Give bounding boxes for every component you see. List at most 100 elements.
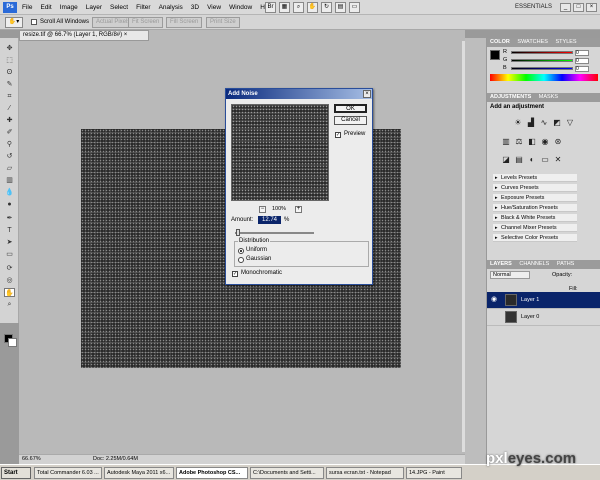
minibridge-icon[interactable]: ▦ xyxy=(279,2,290,13)
task-notepad[interactable]: sursa ecran.txt - Notepad xyxy=(326,467,404,479)
channel-b-value[interactable]: 0 xyxy=(575,66,589,72)
layer-row-layer1[interactable]: ◉ Layer 1 xyxy=(487,292,600,309)
menu-view[interactable]: View xyxy=(207,0,221,15)
tab-adjustments[interactable]: ADJUSTMENTS xyxy=(490,94,531,100)
healing-brush-tool-icon[interactable]: ✚ xyxy=(4,116,15,125)
channel-r-value[interactable]: 0 xyxy=(575,50,589,56)
3d-rotate-tool-icon[interactable]: ⟳ xyxy=(4,264,15,273)
filter-preview[interactable] xyxy=(231,104,329,201)
menu-window[interactable]: Window xyxy=(229,0,252,15)
invert-icon[interactable]: ◪ xyxy=(501,155,511,165)
color-spectrum-ramp[interactable] xyxy=(490,74,598,81)
rotate-icon[interactable]: ↻ xyxy=(321,2,332,13)
preview-checkbox[interactable]: ✓ xyxy=(335,132,341,138)
move-tool-icon[interactable]: ✥ xyxy=(4,44,15,53)
hand-tool-icon[interactable]: ✋ xyxy=(4,288,15,297)
crop-tool-icon[interactable]: ⌗ xyxy=(4,92,15,101)
preset-exposure[interactable]: Exposure Presets xyxy=(493,194,577,202)
shape-tool-icon[interactable]: ▭ xyxy=(4,250,15,259)
hand-icon[interactable]: ✋ xyxy=(307,2,318,13)
task-maya[interactable]: Autodesk Maya 2011 x6... xyxy=(104,467,174,479)
maximize-button[interactable]: □ xyxy=(573,3,584,12)
start-button[interactable]: Start xyxy=(1,467,31,479)
amount-slider-track[interactable] xyxy=(235,232,314,234)
layer0-name[interactable]: Layer 0 xyxy=(521,309,539,326)
history-brush-tool-icon[interactable]: ↺ xyxy=(4,152,15,161)
tab-swatches[interactable]: SWATCHES xyxy=(517,39,548,45)
minimize-button[interactable]: _ xyxy=(560,3,571,12)
pen-tool-icon[interactable]: ✒ xyxy=(4,214,15,223)
workspace-switcher[interactable]: ESSENTIALS xyxy=(515,2,552,13)
task-explorer[interactable]: C:\Documents and Setti... xyxy=(250,467,324,479)
tab-masks[interactable]: MASKS xyxy=(539,94,558,100)
screen-mode-icon[interactable]: ▭ xyxy=(349,2,360,13)
menu-edit[interactable]: Edit xyxy=(40,0,51,15)
tab-channels[interactable]: CHANNELS xyxy=(519,261,549,267)
photo-filter-icon[interactable]: ◉ xyxy=(540,137,550,147)
gradient-map-icon[interactable]: ▭ xyxy=(540,155,550,165)
tab-color[interactable]: COLOR xyxy=(490,39,510,45)
marquee-tool-icon[interactable]: ⬚ xyxy=(4,56,15,65)
curves-icon[interactable]: ∿ xyxy=(539,118,549,128)
channel-b-slider[interactable] xyxy=(511,67,573,70)
background-color-swatch[interactable] xyxy=(8,338,17,347)
preset-black-white[interactable]: Black & White Presets xyxy=(493,214,577,222)
channel-g-slider[interactable] xyxy=(511,59,573,62)
task-total-commander[interactable]: Total Commander 6.03 ... xyxy=(34,467,102,479)
color-panel-foreground[interactable] xyxy=(490,50,500,60)
vibrance-icon[interactable]: ▽ xyxy=(565,118,575,128)
menu-layer[interactable]: Layer xyxy=(86,0,102,15)
menu-filter[interactable]: Filter xyxy=(136,0,150,15)
bridge-icon[interactable]: Br xyxy=(265,2,276,13)
menu-3d[interactable]: 3D xyxy=(191,0,199,15)
preset-selective-color[interactable]: Selective Color Presets xyxy=(493,234,577,242)
zoom-in-icon[interactable]: + xyxy=(295,206,302,213)
zoom-level-readout[interactable]: 66.67% xyxy=(22,455,41,464)
quick-select-tool-icon[interactable]: ✎ xyxy=(4,80,15,89)
threshold-icon[interactable]: ◐ xyxy=(527,155,537,165)
zoom-out-icon[interactable]: − xyxy=(259,206,266,213)
menu-file[interactable]: File xyxy=(22,0,32,15)
blend-mode-select[interactable]: Normal xyxy=(490,271,530,279)
gradient-tool-icon[interactable]: ▥ xyxy=(4,176,15,185)
uniform-radio[interactable] xyxy=(238,248,244,254)
exposure-icon[interactable]: ◩ xyxy=(552,118,562,128)
monochromatic-checkbox[interactable]: ✓ xyxy=(232,271,238,277)
tab-layers[interactable]: LAYERS xyxy=(490,261,512,267)
tab-styles[interactable]: STYLES xyxy=(556,39,577,45)
eyedropper-tool-icon[interactable]: ⁄ xyxy=(4,104,15,113)
hue-saturation-icon[interactable]: ▥ xyxy=(501,137,511,147)
hand-tool-preset-icon[interactable]: ✋▾ xyxy=(5,17,23,28)
task-photoshop[interactable]: Adobe Photoshop CS... xyxy=(176,467,248,479)
document-tab[interactable]: resize.tif @ 66.7% (Layer 1, RGB/8#) × xyxy=(19,30,149,41)
menu-analysis[interactable]: Analysis xyxy=(159,0,183,15)
menu-image[interactable]: Image xyxy=(60,0,78,15)
3d-orbit-tool-icon[interactable]: ◎ xyxy=(4,276,15,285)
path-selection-tool-icon[interactable]: ➤ xyxy=(4,238,15,247)
type-tool-icon[interactable]: T xyxy=(4,226,15,235)
print-size-button[interactable]: Print Size xyxy=(206,17,240,28)
preset-curves[interactable]: Curves Presets xyxy=(493,184,577,192)
visibility-eye-icon[interactable]: ◉ xyxy=(491,296,497,304)
preset-levels[interactable]: Levels Presets xyxy=(493,174,577,182)
task-paint[interactable]: 14.JPG - Paint xyxy=(406,467,462,479)
blur-tool-icon[interactable]: 💧 xyxy=(4,188,15,197)
close-button[interactable]: × xyxy=(586,3,597,12)
layer-row-layer0[interactable]: Layer 0 xyxy=(487,309,600,326)
zoom-tool-icon[interactable]: ⌕ xyxy=(4,300,15,309)
channel-g-value[interactable]: 0 xyxy=(575,58,589,64)
arrange-icon[interactable]: ▤ xyxy=(335,2,346,13)
menu-select[interactable]: Select xyxy=(110,0,128,15)
channel-mixer-icon[interactable]: ⊛ xyxy=(553,137,563,147)
zoom-icon[interactable]: ⌕ xyxy=(293,2,304,13)
eraser-tool-icon[interactable]: ▱ xyxy=(4,164,15,173)
levels-icon[interactable]: ▟ xyxy=(526,118,536,128)
gaussian-radio[interactable] xyxy=(238,257,244,263)
color-balance-icon[interactable]: ⚖ xyxy=(514,137,524,147)
preset-channel-mixer[interactable]: Channel Mixer Presets xyxy=(493,224,577,232)
dodge-tool-icon[interactable]: ● xyxy=(4,200,15,209)
cancel-button[interactable]: Cancel xyxy=(334,116,367,125)
brush-tool-icon[interactable]: ✐ xyxy=(4,128,15,137)
dialog-titlebar[interactable]: Add Noise xyxy=(226,89,372,99)
brightness-contrast-icon[interactable]: ☀ xyxy=(513,118,523,128)
